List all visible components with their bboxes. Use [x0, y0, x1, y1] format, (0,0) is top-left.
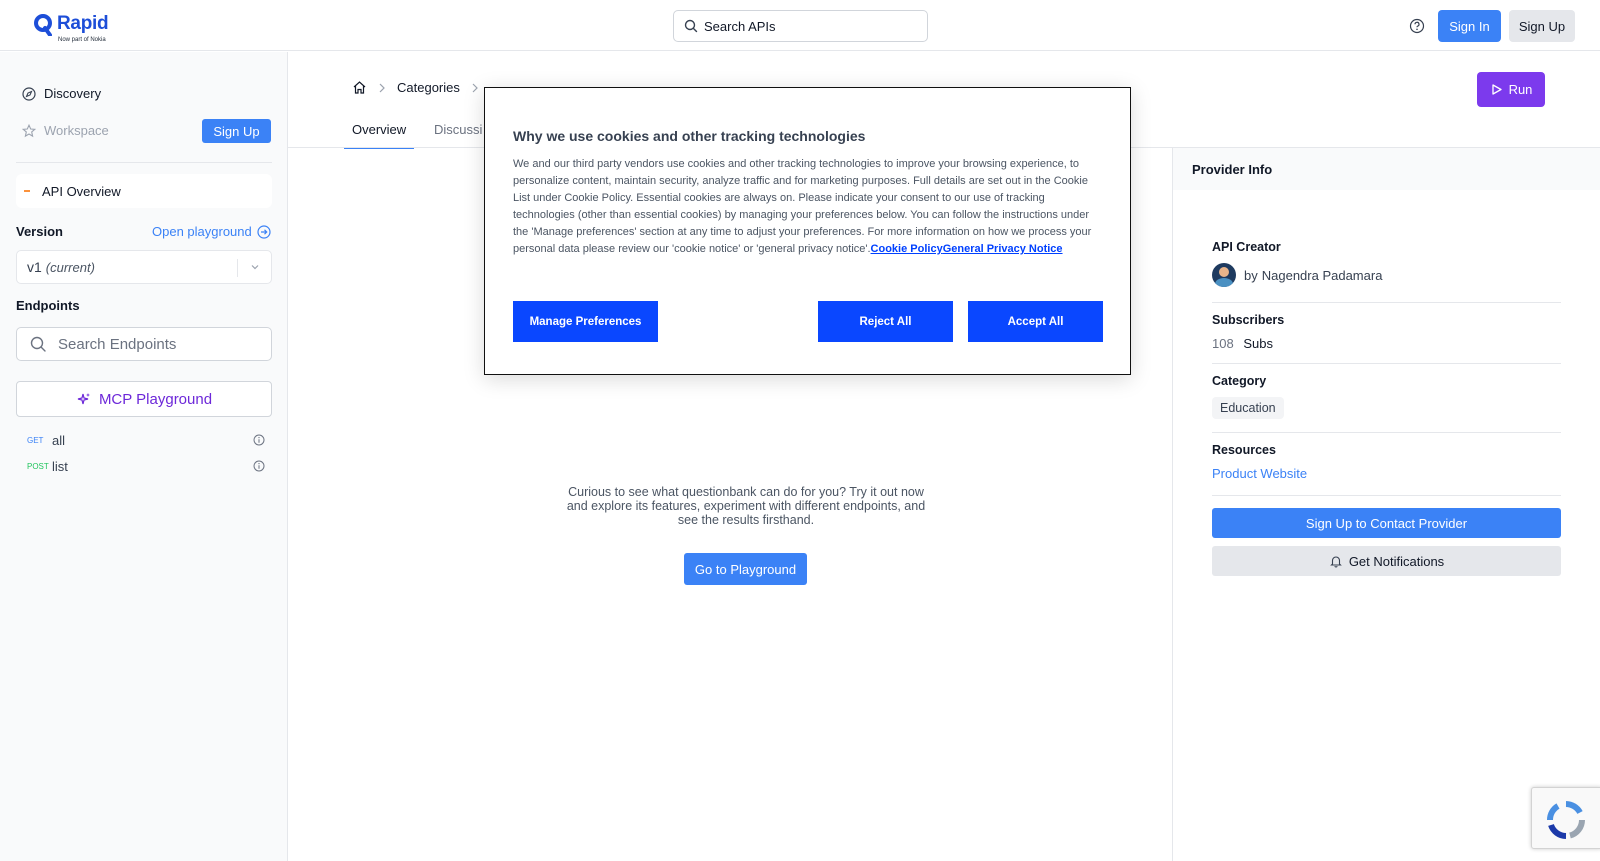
logo-word: Rapid — [57, 13, 109, 34]
endpoint-method: GET — [27, 435, 44, 445]
api-creator-section: API Creator by Nagendra Padamara — [1212, 240, 1561, 287]
playground-cta-text: Curious to see what questionbank can do … — [566, 485, 926, 527]
version-current: (current) — [45, 259, 95, 275]
run-button[interactable]: Run — [1477, 72, 1545, 107]
sidebar-divider — [16, 162, 272, 163]
mcp-playground-label: MCP Playground — [98, 390, 213, 408]
manage-preferences-button[interactable]: Manage Preferences — [513, 301, 658, 342]
arrow-right-circle-icon — [257, 224, 271, 239]
compass-icon — [22, 86, 36, 101]
open-playground-label: Open playground — [152, 224, 252, 239]
endpoint-name: list — [52, 458, 68, 474]
info-icon[interactable] — [253, 434, 265, 446]
star-icon — [22, 123, 36, 138]
avatar — [1212, 263, 1236, 287]
search-icon — [30, 336, 47, 353]
search-icon — [684, 19, 698, 33]
sidebar-item-label: Discovery — [44, 86, 102, 101]
recaptcha-icon — [1546, 800, 1586, 840]
divider — [1212, 363, 1561, 364]
creator-name[interactable]: Nagendra Padamara — [1262, 268, 1383, 283]
accept-all-button[interactable]: Accept All — [968, 301, 1103, 342]
rapid-logo-icon — [34, 14, 52, 36]
endpoint-item[interactable]: POST list — [27, 457, 267, 475]
active-indicator — [24, 190, 30, 192]
bell-icon — [1329, 554, 1343, 568]
open-playground-link[interactable]: Open playground — [152, 224, 271, 239]
cookie-policy-link[interactable]: Cookie Policy — [871, 243, 943, 255]
search-endpoints-placeholder: Search Endpoints — [58, 335, 177, 353]
mcp-playground-button[interactable]: MCP Playground — [16, 381, 272, 417]
product-website-link[interactable]: Product Website — [1212, 466, 1561, 481]
breadcrumb: Categories — [352, 80, 490, 95]
subscribers-title: Subscribers — [1212, 313, 1285, 327]
creator-by: by — [1244, 267, 1258, 283]
chevron-down-icon — [249, 261, 261, 273]
play-icon — [1490, 83, 1503, 96]
cookie-body: We and our third party vendors use cooki… — [513, 156, 1103, 258]
search-apis-placeholder: Search APIs — [704, 18, 776, 34]
sign-in-button[interactable]: Sign In — [1438, 10, 1501, 42]
cookie-consent-dialog: Why we use cookies and other tracking te… — [484, 87, 1131, 375]
endpoint-method: POST — [27, 461, 49, 471]
go-to-playground-button[interactable]: Go to Playground — [684, 553, 807, 585]
help-icon[interactable] — [1409, 18, 1425, 34]
endpoint-item[interactable]: GET all — [27, 431, 267, 449]
divider — [1212, 432, 1561, 433]
cookie-body-text: We and our third party vendors use cooki… — [513, 158, 1092, 255]
breadcrumb-categories[interactable]: Categories — [397, 80, 460, 95]
provider-info-heading: Provider Info — [1173, 148, 1600, 190]
api-overview-item[interactable]: API Overview — [16, 174, 272, 208]
divider — [1212, 495, 1561, 496]
sparkle-icon — [76, 392, 91, 407]
search-endpoints-input[interactable]: Search Endpoints — [16, 327, 272, 361]
top-bar: Rapid Now part of Nokia Search APIs Sign… — [0, 0, 1600, 51]
info-icon[interactable] — [253, 460, 265, 472]
resources-section: Resources Product Website — [1212, 443, 1561, 481]
privacy-notice-link[interactable]: General Privacy Notice — [943, 243, 1063, 255]
home-icon[interactable] — [352, 80, 367, 95]
version-value: v1 — [27, 259, 42, 275]
sidebar-item-label: Workspace — [44, 123, 109, 138]
category-badge[interactable]: Education — [1212, 397, 1284, 419]
contact-provider-button[interactable]: Sign Up to Contact Provider — [1212, 508, 1561, 538]
recaptcha-badge[interactable] — [1531, 787, 1600, 849]
category-title: Category — [1212, 374, 1267, 388]
get-notifications-button[interactable]: Get Notifications — [1212, 546, 1561, 576]
api-overview-label: API Overview — [42, 183, 121, 199]
sidebar: Discovery Workspace Sign Up API Overview… — [0, 52, 288, 861]
endpoint-name: all — [52, 432, 66, 448]
panel-divider — [1172, 148, 1173, 861]
subscribers-section: Subscribers 108 Subs — [1212, 313, 1561, 351]
get-notifications-label: Get Notifications — [1348, 553, 1445, 569]
endpoints-label: Endpoints — [16, 298, 80, 313]
version-select[interactable]: v1 (current) — [16, 250, 272, 284]
chevron-right-icon — [471, 83, 479, 93]
reject-all-button[interactable]: Reject All — [818, 301, 953, 342]
sidebar-sign-up-button[interactable]: Sign Up — [202, 119, 271, 143]
divider — [1212, 302, 1561, 303]
logo-subtitle: Now part of Nokia — [58, 37, 106, 43]
cookie-title: Why we use cookies and other tracking te… — [513, 128, 866, 144]
rapid-logo[interactable]: Rapid Now part of Nokia — [34, 13, 109, 43]
sidebar-item-workspace[interactable]: Workspace — [22, 123, 109, 138]
api-creator-title: API Creator — [1212, 240, 1281, 254]
chevron-right-icon — [378, 83, 386, 93]
resources-title: Resources — [1212, 443, 1276, 457]
select-separator — [237, 259, 238, 277]
run-label: Run — [1508, 82, 1533, 97]
category-section: Category Education — [1212, 374, 1561, 419]
tab-overview[interactable]: Overview — [344, 122, 415, 149]
version-label: Version — [16, 224, 63, 239]
subscribers-count: 108 — [1212, 336, 1234, 351]
sign-up-button[interactable]: Sign Up — [1509, 10, 1575, 42]
subscribers-unit: Subs — [1243, 336, 1273, 351]
tab-discussions[interactable]: Discussi — [434, 122, 482, 137]
sidebar-item-discovery[interactable]: Discovery — [22, 86, 101, 101]
search-apis-input[interactable]: Search APIs — [673, 10, 928, 42]
